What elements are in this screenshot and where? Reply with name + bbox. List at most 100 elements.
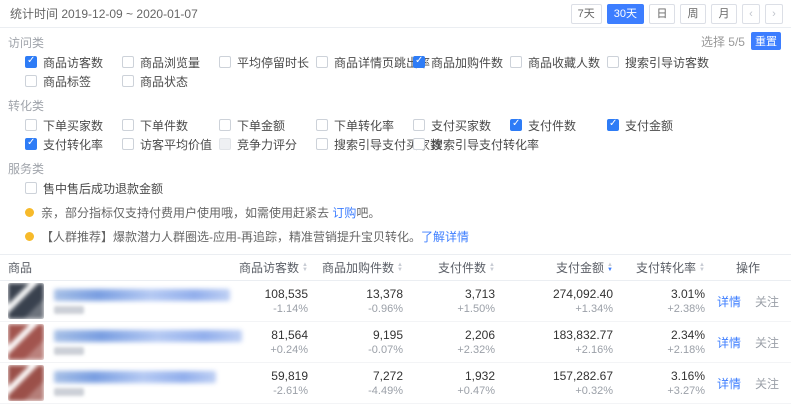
analytics-page: 统计时间 2019-12-09 ~ 2020-01-07 7天 30天 日 周 …: [0, 0, 791, 404]
detail-link[interactable]: 详情: [717, 377, 741, 391]
checkbox-icon: [122, 138, 134, 150]
metric-value: 2.34%: [671, 328, 705, 343]
range-month-button[interactable]: 月: [711, 4, 737, 24]
metric-checkbox[interactable]: 商品详情页跳出率: [316, 55, 413, 69]
notice-paid-metrics: 亲，部分指标仅支持付费用户使用哦，如需使用赶紧去 订购吧。: [25, 204, 783, 221]
metric-label: 访客平均价值: [140, 136, 212, 153]
topbar: 统计时间 2019-12-09 ~ 2020-01-07 7天 30天 日 周 …: [0, 0, 791, 28]
metric-checkbox[interactable]: 下单件数: [122, 118, 219, 132]
range-day-button[interactable]: 日: [649, 4, 675, 24]
notice-text: 亲，部分指标仅支持付费用户使用哦，如需使用赶紧去 订购吧。: [41, 204, 380, 221]
product-thumbnail: [8, 324, 44, 360]
metric-checkbox[interactable]: 支付买家数: [413, 118, 510, 132]
detail-link[interactable]: 详情: [717, 336, 741, 350]
metric-selector: 选择 5/5 重置 访问类 商品访客数 商品浏览量 平均停留时长 商品详情页跳出…: [0, 28, 791, 200]
pay-count-cell: 1,932+0.47%: [403, 369, 495, 398]
notice-audience-recommend: 【人群推荐】爆款潜力人群圈选-应用-再追踪，精准营销提升宝贝转化。了解详情: [25, 228, 783, 245]
metric-label: 支付买家数: [431, 117, 491, 134]
metric-checkbox[interactable]: 商品访客数: [25, 55, 122, 69]
metric-label: 商品收藏人数: [528, 54, 600, 71]
product-thumbnail: [8, 365, 44, 401]
group-label: 服务类: [8, 160, 783, 177]
pay-count-cell: 3,713+1.50%: [403, 287, 495, 316]
column-header-pay-count[interactable]: 支付件数▲▼: [403, 259, 495, 276]
column-header-pay-amount[interactable]: 支付金额▲▼: [495, 259, 613, 276]
metric-delta: +2.18%: [667, 343, 705, 357]
group-label: 访问类: [8, 34, 783, 51]
metric-checkbox[interactable]: 支付件数: [510, 118, 607, 132]
selection-summary-area: 选择 5/5 重置: [701, 32, 781, 50]
column-header-product: 商品: [0, 259, 238, 276]
checkbox-icon: [25, 138, 37, 150]
visitors-cell: 108,535-1.14%: [238, 287, 308, 316]
table-row: 108,535-1.14% 13,378-0.96% 3,713+1.50% 2…: [0, 281, 791, 322]
metric-label: 商品浏览量: [140, 54, 200, 71]
metric-checkbox[interactable]: 访客平均价值: [122, 137, 219, 151]
metric-checkbox[interactable]: 商品收藏人数: [510, 55, 607, 69]
follow-link[interactable]: 关注: [755, 336, 779, 350]
checkbox-icon: [607, 119, 619, 131]
table-header-row: 商品 商品访客数▲▼ 商品加购件数▲▼ 支付件数▲▼ 支付金额▲▼ 支付转化率▲…: [0, 255, 791, 281]
detail-link[interactable]: 详情: [717, 295, 741, 309]
checkbox-icon: [25, 75, 37, 87]
metric-checkbox[interactable]: 搜索引导支付转化率: [413, 137, 510, 151]
metric-checkbox[interactable]: 下单转化率: [316, 118, 413, 132]
metric-label: 搜索引导访客数: [625, 54, 709, 71]
metric-label: 下单金额: [237, 117, 285, 134]
subscribe-link[interactable]: 订购: [332, 206, 356, 220]
metric-label: 商品访客数: [43, 54, 103, 71]
metric-checkbox[interactable]: 搜索引导支付买家数: [316, 137, 413, 151]
reset-button[interactable]: 重置: [751, 32, 781, 50]
product-cell[interactable]: [0, 283, 238, 319]
notice-dot-icon: [25, 232, 34, 241]
metric-value: 108,535: [265, 287, 308, 302]
metric-delta: +2.32%: [457, 343, 495, 357]
pay-rate-cell: 3.16%+3.27%: [613, 369, 705, 398]
product-cell[interactable]: [0, 324, 238, 360]
metric-delta: -4.49%: [368, 384, 403, 398]
notice-dot-icon: [25, 208, 34, 217]
metric-value: 59,819: [271, 369, 308, 384]
checkbox-icon: [316, 119, 328, 131]
visitors-cell: 59,819-2.61%: [238, 369, 308, 398]
metric-checkbox[interactable]: 支付转化率: [25, 137, 122, 151]
metric-value: 81,564: [271, 328, 308, 343]
metric-checkbox[interactable]: 竞争力评分: [219, 137, 316, 151]
product-cell[interactable]: [0, 365, 238, 401]
metric-checkbox[interactable]: 商品浏览量: [122, 55, 219, 69]
metric-delta: +2.38%: [667, 302, 705, 316]
range-week-button[interactable]: 周: [680, 4, 706, 24]
stat-time-label: 统计时间 2019-12-09 ~ 2020-01-07: [10, 5, 198, 22]
metric-value: 3,713: [465, 287, 495, 302]
table-row: 59,819-2.61% 7,272-4.49% 1,932+0.47% 157…: [0, 363, 791, 404]
group-label: 转化类: [8, 97, 783, 114]
metric-checkbox[interactable]: 售中售后成功退款金额: [25, 181, 163, 195]
next-arrow-icon[interactable]: ›: [765, 4, 783, 24]
metric-label: 竞争力评分: [237, 136, 297, 153]
notice-prefix: 【人群推荐】爆款潜力人群圈选-应用-再追踪，精准营销提升宝贝转化。: [41, 230, 421, 244]
metric-checkbox[interactable]: 支付金额: [607, 118, 704, 132]
column-header-cart-adds[interactable]: 商品加购件数▲▼: [308, 259, 403, 276]
cart-adds-cell: 9,195-0.07%: [308, 328, 403, 357]
metric-checkbox[interactable]: 下单金额: [219, 118, 316, 132]
metric-checkbox[interactable]: 下单买家数: [25, 118, 122, 132]
range-7d-button[interactable]: 7天: [571, 4, 602, 24]
metric-checkbox[interactable]: 商品标签: [25, 74, 122, 88]
range-30d-button[interactable]: 30天: [607, 4, 644, 24]
metric-checkbox[interactable]: 商品加购件数: [413, 55, 510, 69]
column-header-pay-rate[interactable]: 支付转化率▲▼: [613, 259, 705, 276]
metric-checkbox[interactable]: 搜索引导访客数: [607, 55, 704, 69]
product-title-blurred: [54, 371, 216, 396]
metric-checkbox[interactable]: 平均停留时长: [219, 55, 316, 69]
metric-checkbox[interactable]: 商品状态: [122, 74, 219, 88]
follow-link[interactable]: 关注: [755, 377, 779, 391]
checkbox-icon: [413, 56, 425, 68]
follow-link[interactable]: 关注: [755, 295, 779, 309]
metric-label: 商品状态: [140, 73, 188, 90]
metric-value: 274,092.40: [553, 287, 613, 302]
learn-more-link[interactable]: 了解详情: [421, 230, 469, 244]
pay-rate-cell: 3.01%+2.38%: [613, 287, 705, 316]
checkbox-icon: [219, 119, 231, 131]
prev-arrow-icon[interactable]: ‹: [742, 4, 760, 24]
column-header-visitors[interactable]: 商品访客数▲▼: [238, 259, 308, 276]
